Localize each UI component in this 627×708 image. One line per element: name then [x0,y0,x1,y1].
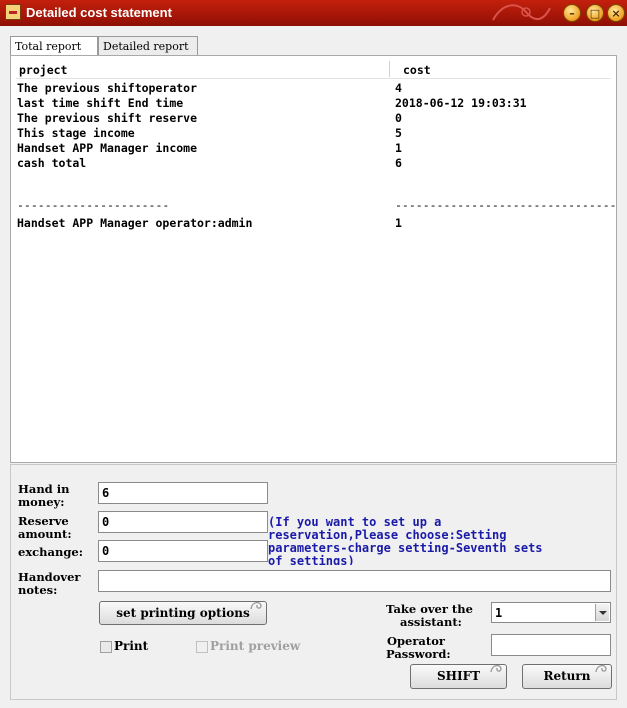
close-icon: × [611,6,621,20]
tab-detailed-report[interactable]: Detailed report [98,36,198,55]
row-label: last time shift End time [17,96,184,110]
return-button-label: Return [543,669,591,683]
assistant-select-value: 1 [495,606,503,620]
return-button[interactable]: Return [522,664,612,689]
assistant-label-line2: assistant: [400,615,462,629]
title-ornament-icon [492,4,551,21]
minimize-icon: – [569,6,575,20]
separator-left: ---------------------- [17,198,170,212]
cost-statement-window: Detailed cost statement – □ × Total repo… [0,0,627,708]
tab-total-report-label: Total report [15,40,82,53]
hand-in-label: Hand in money: [18,483,69,509]
chevron-down-icon[interactable] [595,604,609,621]
minimize-button[interactable]: – [563,4,581,22]
header-divider [16,78,611,79]
assistant-label: Take over the assistant: [386,603,473,629]
column-divider[interactable] [389,61,390,77]
row-label: The previous shiftoperator [17,81,198,95]
exchange-input[interactable]: 0 [98,540,268,562]
print-preview-label: Print preview [210,639,301,653]
shift-button[interactable]: SHIFT [410,664,507,689]
handover-label-line2: notes: [18,583,58,597]
operator-password-input[interactable] [491,634,611,656]
footer-label: Handset APP Manager operator:admin [17,216,253,230]
column-header-cost[interactable]: cost [403,63,431,77]
close-button[interactable]: × [607,4,625,22]
handover-label: Handover notes: [18,571,80,597]
row-value: 5 [395,126,402,140]
print-label: Print [114,639,149,653]
password-label: Operator Password: [386,635,451,661]
app-icon [5,4,21,20]
exchange-label: exchange: [18,545,83,559]
shift-button-label: SHIFT [436,669,481,683]
footer-value: 1 [395,216,402,230]
password-label-line2: Password: [386,647,451,661]
window-title: Detailed cost statement [26,5,172,20]
tab-detailed-report-label: Detailed report [103,40,189,53]
hand-in-label-line2: money: [18,495,65,509]
report-list[interactable]: project cost The previous shiftoperator … [10,55,617,463]
swirl-ornament-icon [490,664,502,673]
maximize-icon: □ [589,6,601,20]
row-value: 4 [395,81,402,95]
row-label: Handset APP Manager income [17,141,198,155]
print-preview-checkbox[interactable] [196,641,208,653]
hand-in-money-input[interactable]: 6 [98,482,268,504]
set-printing-options-button[interactable]: set printing options [99,601,267,625]
title-bar[interactable]: Detailed cost statement – □ × [0,0,627,26]
row-value: 6 [395,156,402,170]
handover-notes-input[interactable] [98,570,611,592]
row-label: cash total [17,156,87,170]
reserve-note: (If you want to set up a reservation,Ple… [268,516,543,565]
print-checkbox[interactable] [100,641,112,653]
row-value: 2018-06-12 19:03:31 [395,96,527,110]
set-printing-options-label: set printing options [116,606,250,620]
row-label: The previous shift reserve [17,111,198,125]
swirl-ornament-icon [595,664,607,673]
maximize-button[interactable]: □ [586,4,604,22]
reserve-amount-input[interactable]: 0 [98,511,268,533]
row-label: This stage income [17,126,135,140]
tab-total-report[interactable]: Total report [10,36,98,56]
swirl-ornament-icon [250,601,262,610]
reserve-label-line2: amount: [18,527,72,541]
separator-right: -------------------------------- [395,198,617,212]
row-value: 1 [395,141,402,155]
shift-form: Hand in money: 6 Reserve amount: 0 excha… [10,464,617,700]
assistant-select[interactable]: 1 [491,602,611,623]
row-value: 0 [395,111,402,125]
column-header-project[interactable]: project [19,63,67,77]
reserve-label: Reserve amount: [18,515,72,541]
